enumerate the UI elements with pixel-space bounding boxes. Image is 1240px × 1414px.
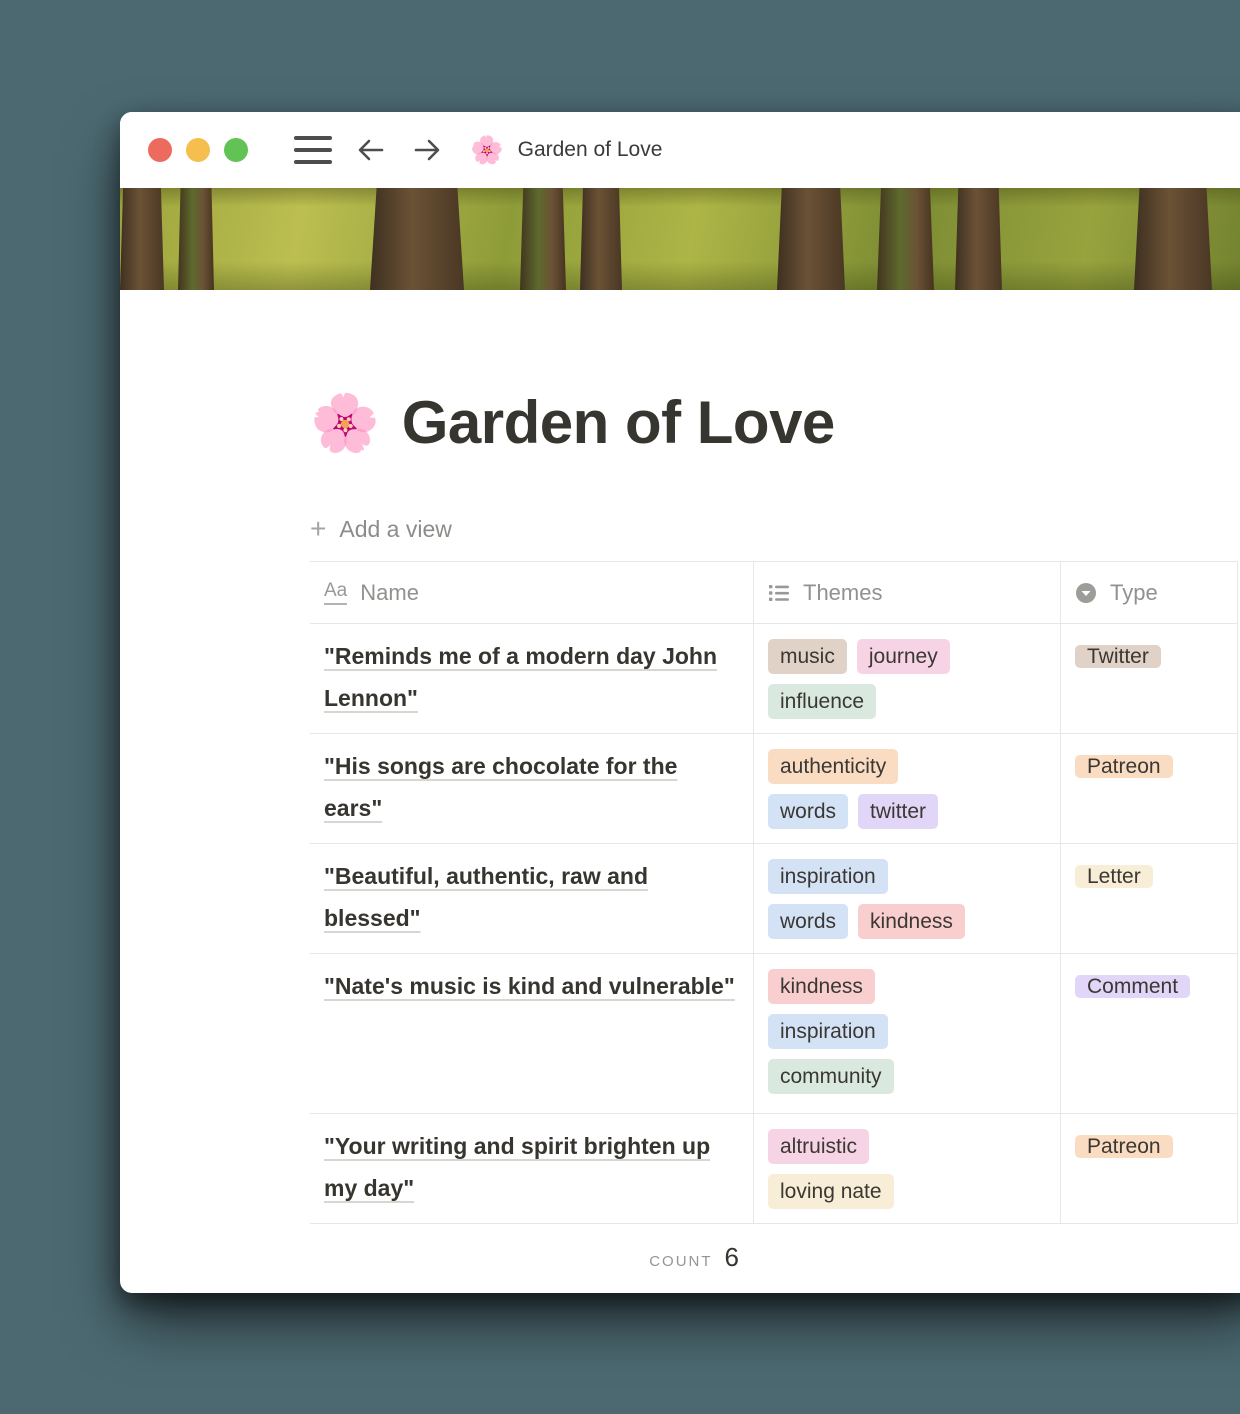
type-tag[interactable]: Twitter: [1075, 645, 1161, 668]
add-view-button[interactable]: + Add a view: [310, 515, 452, 543]
back-arrow-icon[interactable]: [354, 133, 388, 167]
select-dropdown-icon: [1075, 582, 1097, 604]
theme-tag[interactable]: inspiration: [768, 1014, 888, 1049]
theme-tag[interactable]: inspiration: [768, 859, 888, 894]
database-table: Aa Name Themes: [310, 561, 1238, 1273]
theme-tag[interactable]: music: [768, 639, 847, 674]
theme-tag[interactable]: journey: [857, 639, 950, 674]
themes-cell[interactable]: altruistic loving nate: [753, 1114, 1060, 1223]
count-value: 6: [725, 1242, 739, 1273]
page-emoji[interactable]: 🌸: [310, 395, 380, 451]
title-property-icon: Aa: [324, 580, 347, 605]
table-row: "Nate's music is kind and vulnerable" ki…: [310, 954, 1238, 1114]
theme-tag[interactable]: kindness: [768, 969, 875, 1004]
themes-cell[interactable]: inspiration words kindness: [753, 844, 1060, 953]
multiselect-list-icon: [768, 582, 790, 604]
column-header-type[interactable]: Type: [1060, 562, 1238, 623]
type-tag[interactable]: Patreon: [1075, 1135, 1173, 1158]
themes-cell[interactable]: authenticity words twitter: [753, 734, 1060, 843]
column-header-name[interactable]: Aa Name: [310, 562, 753, 623]
table-header-row: Aa Name Themes: [310, 561, 1238, 624]
name-cell[interactable]: "Nate's music is kind and vulnerable": [310, 954, 753, 1113]
type-tag[interactable]: Comment: [1075, 975, 1190, 998]
table-row: "Your writing and spirit brighten up my …: [310, 1114, 1238, 1224]
page-content: 🌸 Garden of Love + Add a view Properties…: [120, 388, 1240, 1273]
page-emoji-icon: 🌸: [470, 137, 504, 164]
name-cell[interactable]: "Your writing and spirit brighten up my …: [310, 1114, 753, 1223]
close-window-button[interactable]: [148, 138, 172, 162]
column-header-themes[interactable]: Themes: [753, 562, 1060, 623]
name-cell[interactable]: "Beautiful, authentic, raw and blessed": [310, 844, 753, 953]
count-label: COUNT: [649, 1253, 712, 1270]
titlebar-page-title: Garden of Love: [518, 138, 663, 162]
theme-tag[interactable]: authenticity: [768, 749, 898, 784]
name-cell[interactable]: "His songs are chocolate for the ears": [310, 734, 753, 843]
type-tag[interactable]: Patreon: [1075, 755, 1173, 778]
theme-tag[interactable]: loving nate: [768, 1174, 894, 1209]
type-cell[interactable]: Twitter: [1060, 624, 1238, 733]
type-cell[interactable]: Patreon: [1060, 734, 1238, 843]
table-count-footer[interactable]: COUNT 6: [310, 1224, 753, 1273]
zoom-window-button[interactable]: [224, 138, 248, 162]
table-row: "His songs are chocolate for the ears" a…: [310, 734, 1238, 844]
themes-cell[interactable]: kindness inspiration community: [753, 954, 1060, 1113]
page-title: Garden of Love: [402, 388, 835, 457]
type-tag[interactable]: Letter: [1075, 865, 1153, 888]
theme-tag[interactable]: influence: [768, 684, 876, 719]
theme-tag[interactable]: altruistic: [768, 1129, 869, 1164]
name-cell[interactable]: "Reminds me of a modern day John Lennon": [310, 624, 753, 733]
cover-image[interactable]: [120, 188, 1240, 290]
notion-window: 🌸 Garden of Love 🌸 Garden of Love + Add …: [120, 112, 1240, 1293]
themes-cell[interactable]: music journey influence: [753, 624, 1060, 733]
sidebar-menu-icon[interactable]: [294, 136, 332, 164]
titlebar: 🌸 Garden of Love: [120, 112, 1240, 188]
minimize-window-button[interactable]: [186, 138, 210, 162]
type-cell[interactable]: Comment: [1060, 954, 1238, 1113]
table-row: "Beautiful, authentic, raw and blessed" …: [310, 844, 1238, 954]
plus-icon: +: [310, 515, 326, 543]
table-row: "Reminds me of a modern day John Lennon"…: [310, 624, 1238, 734]
type-cell[interactable]: Letter: [1060, 844, 1238, 953]
theme-tag[interactable]: words: [768, 794, 848, 829]
theme-tag[interactable]: words: [768, 904, 848, 939]
theme-tag[interactable]: community: [768, 1059, 894, 1094]
theme-tag[interactable]: twitter: [858, 794, 938, 829]
theme-tag[interactable]: kindness: [858, 904, 965, 939]
type-cell[interactable]: Patreon: [1060, 1114, 1238, 1223]
traffic-lights: [148, 138, 248, 162]
forward-arrow-icon[interactable]: [410, 133, 444, 167]
